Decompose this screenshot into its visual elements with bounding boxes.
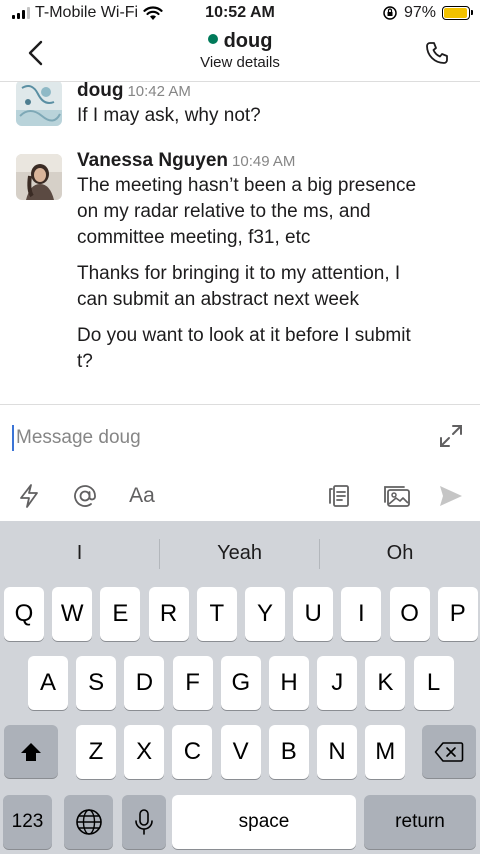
mention-button[interactable] <box>70 480 100 512</box>
photos-button[interactable] <box>380 480 414 512</box>
message-composer: Message doug Aa <box>0 404 480 521</box>
key-m[interactable]: M <box>365 725 406 779</box>
key-j[interactable]: J <box>317 656 358 710</box>
composer-toolbar: Aa <box>0 480 480 514</box>
message-text: can submit an abstract next week <box>77 289 359 310</box>
message-text: Thanks for bringing it to my attention, … <box>77 263 401 284</box>
battery-icon <box>442 6 473 20</box>
delete-icon <box>434 741 464 762</box>
phone-icon[interactable] <box>424 40 450 66</box>
shift-key[interactable] <box>4 725 58 778</box>
suggestion-bar: I Yeah Oh <box>0 521 480 581</box>
key-z[interactable]: Z <box>76 725 116 779</box>
shortcuts-button[interactable] <box>14 480 44 512</box>
presence-dot-icon <box>207 34 218 44</box>
status-bar: T-Mobile Wi-Fi 10:52 AM 97% <box>0 0 480 28</box>
message-paragraph: The meeting hasn’t been a big presence o… <box>77 173 468 251</box>
message-text: committee meeting, f31, etc <box>77 227 311 248</box>
key-n[interactable]: N <box>317 725 357 779</box>
key-p[interactable]: P <box>437 587 478 641</box>
send-button[interactable] <box>436 480 466 512</box>
key-t[interactable]: T <box>196 587 237 641</box>
suggestion-item[interactable]: Oh <box>320 521 480 581</box>
image-icon <box>384 486 410 507</box>
conversation-name: doug <box>223 30 273 52</box>
format-button[interactable]: Aa <box>124 480 160 512</box>
message-time: 10:49 AM <box>232 153 296 170</box>
key-v[interactable]: V <box>220 725 261 779</box>
lightning-icon <box>20 484 38 508</box>
key-b[interactable]: B <box>268 725 309 779</box>
message-input[interactable]: Message doug <box>12 425 141 451</box>
key-l[interactable]: L <box>413 656 454 710</box>
message-time: 10:42 AM <box>127 83 191 100</box>
message-text: t? <box>77 351 93 372</box>
battery-percent: 97% <box>403 4 436 21</box>
message-author[interactable]: Vanessa Nguyen <box>77 150 228 171</box>
key-h[interactable]: H <box>269 656 309 710</box>
message-paragraph: Thanks for bringing it to my attention, … <box>77 261 468 313</box>
shortcut-files-button[interactable] <box>324 480 354 512</box>
message-paragraph: Do you want to look at it before I submi… <box>77 323 468 375</box>
expand-icon[interactable] <box>438 423 464 449</box>
at-icon <box>74 485 96 507</box>
status-right: 97% <box>382 4 473 22</box>
key-y[interactable]: Y <box>245 587 285 641</box>
clipboard-icon <box>329 485 349 507</box>
key-d[interactable]: D <box>124 656 165 710</box>
message-text: If I may ask, why not? <box>77 105 261 126</box>
key-f[interactable]: F <box>172 656 213 710</box>
globe-icon <box>75 809 102 835</box>
keyboard: I Yeah Oh QWERTYUIOP ASDFGHJKL ZXCVBNM 1… <box>0 521 480 854</box>
key-a[interactable]: A <box>28 656 68 710</box>
orientation-lock-icon <box>383 6 397 20</box>
return-key[interactable]: return <box>364 795 476 849</box>
key-x[interactable]: X <box>124 725 165 779</box>
key-c[interactable]: C <box>172 725 213 779</box>
key-e[interactable]: E <box>100 587 141 641</box>
shift-arrow-icon <box>21 742 41 761</box>
key-r[interactable]: R <box>148 587 189 641</box>
key-i[interactable]: I <box>341 587 382 641</box>
numbers-key[interactable]: 123 <box>3 795 52 849</box>
key-k[interactable]: K <box>365 656 406 710</box>
send-icon <box>440 486 462 506</box>
message-list[interactable]: doug 10:42 AM If I may ask, why not? Vane… <box>0 82 480 404</box>
key-u[interactable]: U <box>293 587 334 641</box>
view-details-link[interactable]: View details <box>0 54 480 71</box>
space-key[interactable]: space <box>172 795 356 849</box>
key-s[interactable]: S <box>76 656 117 710</box>
conversation-header: doug View details <box>0 28 480 82</box>
suggestion-item[interactable]: Yeah <box>160 521 319 581</box>
suggestion-item[interactable]: I <box>0 521 159 581</box>
avatar[interactable] <box>16 154 62 200</box>
key-o[interactable]: O <box>389 587 430 641</box>
message-header: doug 10:42 AM <box>77 82 468 102</box>
avatar[interactable] <box>16 82 62 126</box>
key-w[interactable]: W <box>52 587 93 641</box>
message-text: on my radar relative to the ms, and <box>77 201 371 222</box>
microphone-icon <box>135 809 153 835</box>
conversation-title[interactable]: doug <box>0 30 480 53</box>
dictation-key[interactable] <box>122 795 166 849</box>
message-header: Vanessa Nguyen 10:49 AM <box>77 150 468 172</box>
backspace-key[interactable] <box>422 725 476 778</box>
key-g[interactable]: G <box>220 656 261 710</box>
message-text: The meeting hasn’t been a big presence <box>77 175 417 196</box>
key-q[interactable]: Q <box>4 587 44 641</box>
globe-key[interactable] <box>64 795 113 849</box>
message-text: Do you want to look at it before I submi… <box>77 325 411 346</box>
message-author[interactable]: doug <box>77 82 123 101</box>
